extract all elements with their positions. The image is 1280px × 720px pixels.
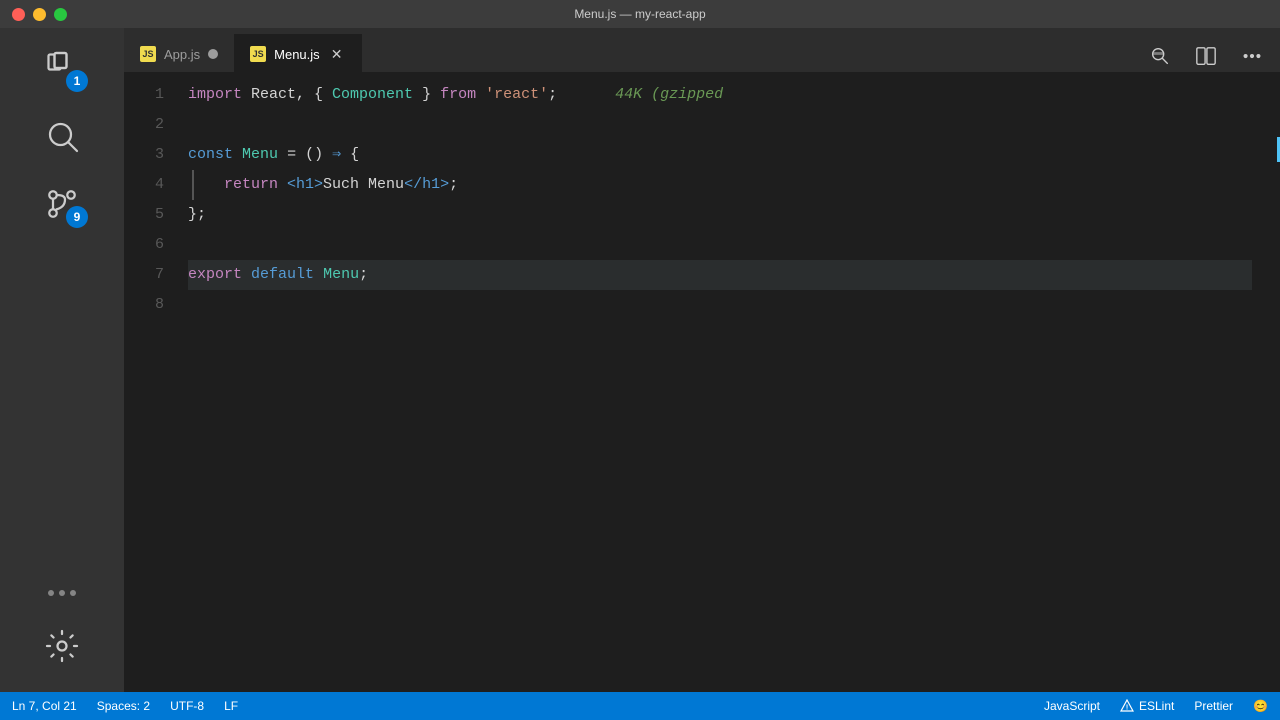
tab-label-menu-js: Menu.js (274, 47, 320, 62)
token-h1-close: </h1> (404, 170, 449, 200)
token-brace-open2: { (350, 140, 359, 170)
source-control-badge: 9 (66, 206, 88, 228)
code-line-8 (188, 290, 1266, 320)
main-layout: 1 9 (0, 28, 1280, 692)
split-editor-button[interactable] (1190, 40, 1222, 72)
block-indicator (192, 170, 220, 200)
token-space4 (278, 140, 287, 170)
tab-modified-indicator (208, 49, 218, 59)
code-line-2 (188, 110, 1266, 140)
js-icon-app: JS (140, 46, 156, 62)
status-encoding[interactable]: UTF-8 (170, 699, 204, 713)
explorer-badge: 1 (66, 70, 88, 92)
tab-menu-js[interactable]: JS Menu.js ✕ (234, 34, 362, 72)
token-return: return (224, 170, 278, 200)
window-title: Menu.js — my-react-app (574, 7, 705, 21)
tab-app-js[interactable]: JS App.js (124, 34, 234, 72)
token-import: import (188, 80, 242, 110)
js-icon-menu: JS (250, 46, 266, 62)
status-position[interactable]: Ln 7, Col 21 (12, 699, 77, 713)
token-hint: 44K (gzipped (597, 80, 723, 110)
status-spaces[interactable]: Spaces: 2 (97, 699, 150, 713)
search-icon (44, 118, 80, 154)
eslint-label: ESLint (1139, 699, 1174, 713)
code-editor[interactable]: 1 2 3 4 5 6 7 8 import React, { Componen… (124, 72, 1280, 692)
more-actions-button[interactable] (1236, 40, 1268, 72)
code-line-4: return <h1> Such Menu </h1> ; (188, 170, 1266, 200)
token-space3 (233, 140, 242, 170)
sidebar-item-source-control[interactable]: 9 (32, 174, 92, 234)
gear-icon (44, 628, 80, 664)
token-space7 (341, 140, 350, 170)
code-line-7: export default Menu ; (188, 260, 1252, 290)
more-activity-items[interactable] (48, 590, 76, 596)
close-button[interactable] (12, 8, 25, 21)
token-space (431, 80, 440, 110)
editor-toolbar (1132, 40, 1280, 72)
dot3 (70, 590, 76, 596)
sidebar-item-settings[interactable] (32, 616, 92, 676)
token-semi-1: ; (548, 80, 557, 110)
token-parens: () (305, 140, 323, 170)
token-brace-close: } (413, 80, 431, 110)
token-space9 (242, 260, 251, 290)
traffic-lights[interactable] (12, 8, 67, 21)
status-prettier[interactable]: Prettier (1194, 699, 1233, 713)
token-eq: = (287, 140, 296, 170)
maximize-button[interactable] (54, 8, 67, 21)
token-from: from (440, 80, 476, 110)
code-line-3: const Menu = () ⇒ { (188, 140, 1266, 170)
token-menu-name: Menu (242, 140, 278, 170)
token-component: Component (332, 80, 413, 110)
token-space5 (296, 140, 305, 170)
token-space6 (323, 140, 332, 170)
code-line-1: import React, { Component } from 'react'… (188, 80, 1266, 110)
dot2 (59, 590, 65, 596)
minimize-button[interactable] (33, 8, 46, 21)
token-h1-open: <h1> (287, 170, 323, 200)
status-eslint[interactable]: ! ESLint (1120, 699, 1174, 713)
token-space8 (278, 170, 287, 200)
search-button[interactable] (1144, 40, 1176, 72)
status-bar: Ln 7, Col 21 Spaces: 2 UTF-8 LF JavaScri… (0, 692, 1280, 720)
token-space10 (314, 260, 323, 290)
token-string-react: 'react' (485, 80, 548, 110)
sidebar-item-search[interactable] (32, 106, 92, 166)
svg-text:!: ! (1126, 705, 1128, 712)
token-menu-ref: Menu (323, 260, 359, 290)
sidebar-item-explorer[interactable]: 1 (32, 38, 92, 98)
tabs-bar: JS App.js JS Menu.js ✕ (124, 28, 1280, 72)
dot1 (48, 590, 54, 596)
token-arrow: ⇒ (332, 140, 341, 170)
tab-label-app-js: App.js (164, 47, 200, 62)
editor-area: JS App.js JS Menu.js ✕ (124, 28, 1280, 692)
token-export: export (188, 260, 242, 290)
split-editor-icon (1195, 45, 1217, 67)
status-smiley[interactable]: 😊 (1253, 699, 1268, 713)
token-const: const (188, 140, 233, 170)
code-line-6 (188, 230, 1266, 260)
search-toolbar-icon (1149, 45, 1171, 67)
token-space2 (476, 80, 485, 110)
token-semi-3: ; (359, 260, 368, 290)
ellipsis-icon (1241, 45, 1263, 67)
tab-close-button[interactable]: ✕ (328, 45, 346, 63)
code-line-5: }; (188, 200, 1266, 230)
scrollbar[interactable] (1266, 72, 1280, 692)
token-close-brace: }; (188, 200, 206, 230)
token-default: default (251, 260, 314, 290)
token-plain-1: React, (242, 80, 314, 110)
token-such-menu: Such Menu (323, 170, 404, 200)
token-brace-open: { (314, 80, 332, 110)
status-language[interactable]: JavaScript (1044, 699, 1100, 713)
activity-bar: 1 9 (0, 28, 124, 692)
status-eol[interactable]: LF (224, 699, 238, 713)
title-bar: Menu.js — my-react-app (0, 0, 1280, 28)
code-content[interactable]: import React, { Component } from 'react'… (180, 72, 1266, 692)
line-numbers: 1 2 3 4 5 6 7 8 (124, 72, 180, 692)
warning-icon: ! (1120, 699, 1134, 713)
token-semi-2: ; (449, 170, 458, 200)
